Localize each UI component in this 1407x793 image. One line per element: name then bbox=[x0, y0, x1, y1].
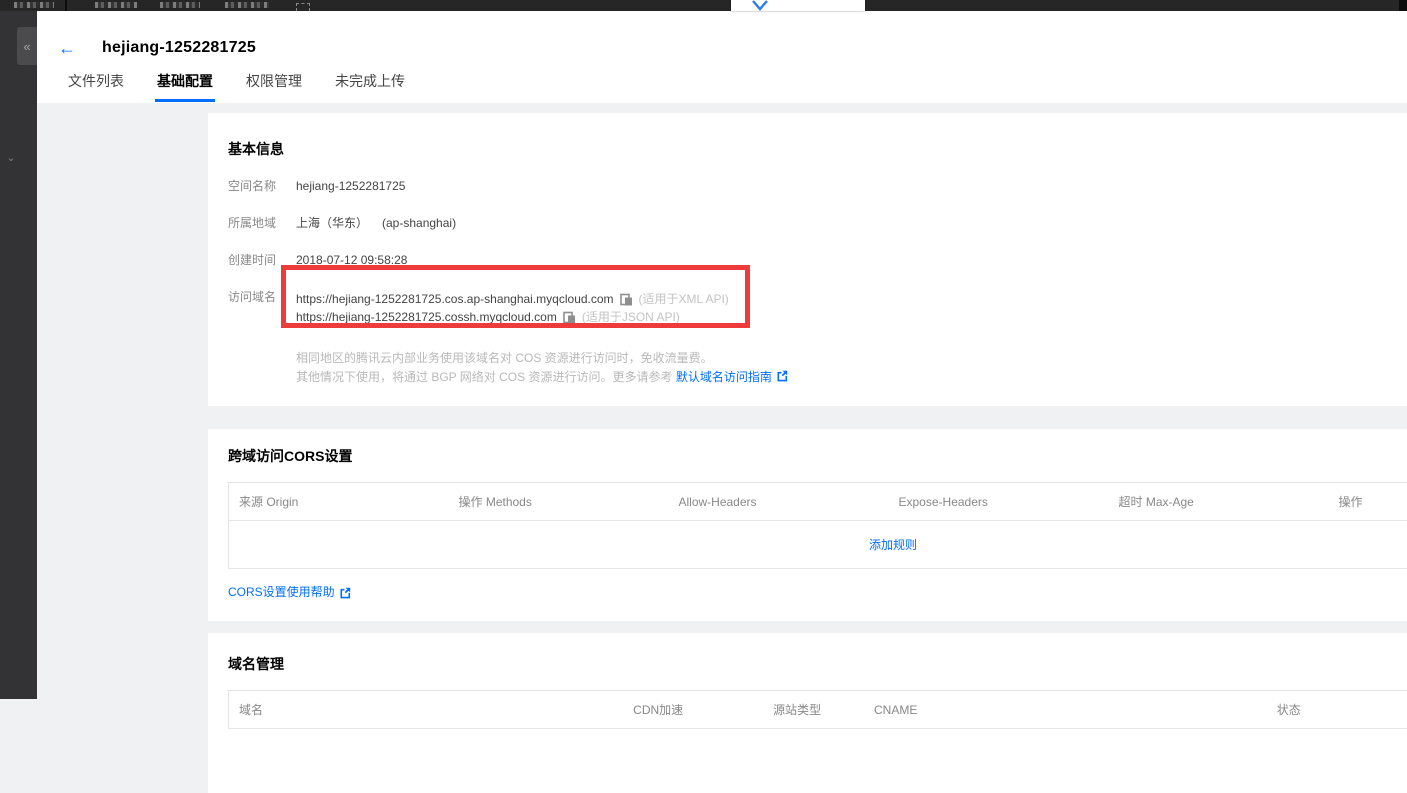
api-note: (适用于JSON API) bbox=[582, 308, 680, 326]
tab-incomplete-uploads[interactable]: 未完成上传 bbox=[335, 71, 405, 103]
field-extra: (ap-shanghai) bbox=[382, 216, 456, 230]
field-value: hejiang-1252281725 bbox=[296, 179, 405, 193]
col-methods: 操作 Methods bbox=[449, 483, 669, 521]
col-expose-headers: Expose-Headers bbox=[889, 483, 1109, 521]
left-sidebar: « ⌄ bbox=[0, 11, 37, 699]
domain-mgmt-title: 域名管理 bbox=[228, 654, 1407, 674]
collapse-icon: « bbox=[23, 39, 30, 54]
info-row-bucket-name: 空间名称 hejiang-1252281725 bbox=[228, 179, 1407, 193]
cors-settings-card: 跨域访问CORS设置 来源 Origin 操作 Methods Allow-He… bbox=[208, 429, 1407, 621]
top-nav-item-fragment[interactable] bbox=[95, 2, 137, 8]
domain-url: https://hejiang-1252281725.cos.ap-shangh… bbox=[296, 290, 614, 308]
tab-bar: 文件列表 基础配置 权限管理 未完成上传 bbox=[68, 71, 438, 103]
cors-table: 来源 Origin 操作 Methods Allow-Headers Expos… bbox=[228, 482, 1407, 569]
field-label: 空间名称 bbox=[228, 179, 296, 193]
domain-line-json: https://hejiang-1252281725.cossh.myqclou… bbox=[296, 308, 729, 326]
top-search-dropdown[interactable] bbox=[731, 0, 865, 11]
add-rule-button[interactable]: 添加规则 bbox=[869, 538, 917, 552]
external-link-icon[interactable] bbox=[776, 370, 788, 382]
col-max-age: 超时 Max-Age bbox=[1109, 483, 1329, 521]
basic-info-title: 基本信息 bbox=[228, 139, 1407, 159]
field-value: 上海（华东） bbox=[296, 216, 368, 230]
note-line: 其他情况下使用，将通过 BGP 网络对 COS 资源进行访问。更多请参考 默认域… bbox=[296, 368, 1407, 387]
col-actions: 操作 bbox=[1329, 483, 1407, 521]
top-nav-right-strip bbox=[1399, 0, 1407, 11]
bucket-title: hejiang-1252281725 bbox=[102, 39, 256, 57]
note-line: 相同地区的腾讯云内部业务使用该域名对 COS 资源进行访问时，免收流量费。 bbox=[296, 349, 1407, 368]
back-arrow-icon[interactable]: ← bbox=[58, 39, 76, 57]
field-value: 2018-07-12 09:58:28 bbox=[296, 253, 407, 267]
col-cname: CNAME bbox=[864, 691, 1267, 729]
cors-help-link[interactable]: CORS设置使用帮助 bbox=[228, 583, 335, 600]
external-link-icon[interactable] bbox=[339, 587, 351, 599]
top-nav-divider bbox=[65, 0, 67, 11]
domain-line-xml: https://hejiang-1252281725.cos.ap-shangh… bbox=[296, 290, 729, 308]
domain-management-card: 域名管理 域名 CDN加速 源站类型 CNAME 状态 bbox=[208, 633, 1407, 793]
col-cdn: CDN加速 bbox=[623, 691, 763, 729]
copy-icon[interactable] bbox=[563, 311, 576, 324]
field-label: 所属地域 bbox=[228, 216, 296, 230]
cors-empty-row: 添加规则 bbox=[229, 521, 1407, 569]
top-nav-item-fragment[interactable] bbox=[160, 2, 200, 8]
copy-icon[interactable] bbox=[620, 293, 633, 306]
api-note: (适用于XML API) bbox=[639, 290, 729, 308]
domain-url: https://hejiang-1252281725.cossh.myqclou… bbox=[296, 308, 557, 326]
domain-usage-notes: 相同地区的腾讯云内部业务使用该域名对 COS 资源进行访问时，免收流量费。 其他… bbox=[296, 349, 1407, 386]
basic-info-card: 基本信息 空间名称 hejiang-1252281725 所属地域 上海（华东）… bbox=[208, 113, 1407, 406]
page-header: ← hejiang-1252281725 文件列表 基础配置 权限管理 未完成上… bbox=[37, 11, 1407, 103]
tab-file-list[interactable]: 文件列表 bbox=[68, 71, 124, 103]
col-domain: 域名 bbox=[229, 691, 624, 729]
domain-table: 域名 CDN加速 源站类型 CNAME 状态 bbox=[228, 690, 1407, 729]
col-status: 状态 bbox=[1267, 691, 1407, 729]
cors-title: 跨域访问CORS设置 bbox=[228, 446, 1407, 466]
info-row-region: 所属地域 上海（华东） (ap-shanghai) bbox=[228, 216, 1407, 230]
field-label: 访问域名 bbox=[228, 290, 296, 326]
note-text: 其他情况下使用，将通过 BGP 网络对 COS 资源进行访问。更多请参考 bbox=[296, 370, 676, 384]
default-domain-guide-link[interactable]: 默认域名访问指南 bbox=[676, 370, 772, 384]
tab-permissions[interactable]: 权限管理 bbox=[246, 71, 302, 103]
cors-header-row: 来源 Origin 操作 Methods Allow-Headers Expos… bbox=[229, 483, 1407, 521]
field-label: 创建时间 bbox=[228, 253, 296, 267]
sidebar-collapse-button[interactable]: « bbox=[17, 27, 37, 65]
col-origin: 来源 Origin bbox=[229, 483, 449, 521]
chevron-down-icon bbox=[751, 0, 769, 11]
top-nav-dashed-icon[interactable] bbox=[296, 3, 310, 11]
domain-header-row: 域名 CDN加速 源站类型 CNAME 状态 bbox=[229, 691, 1407, 729]
tab-basic-config[interactable]: 基础配置 bbox=[157, 71, 213, 103]
main-content: 基本信息 空间名称 hejiang-1252281725 所属地域 上海（华东）… bbox=[37, 103, 1407, 699]
col-allow-headers: Allow-Headers bbox=[669, 483, 889, 521]
top-nav-bar bbox=[0, 0, 1407, 11]
col-origin-type: 源站类型 bbox=[763, 691, 864, 729]
sidebar-expand-chevron[interactable]: ⌄ bbox=[3, 149, 19, 165]
top-nav-item-fragment[interactable] bbox=[225, 2, 269, 8]
info-row-access-domain: 访问域名 https://hejiang-1252281725.cos.ap-s… bbox=[228, 290, 1407, 326]
info-row-created-time: 创建时间 2018-07-12 09:58:28 bbox=[228, 253, 1407, 267]
chevron-down-icon: ⌄ bbox=[6, 151, 15, 164]
top-nav-item-fragment[interactable] bbox=[14, 2, 54, 8]
